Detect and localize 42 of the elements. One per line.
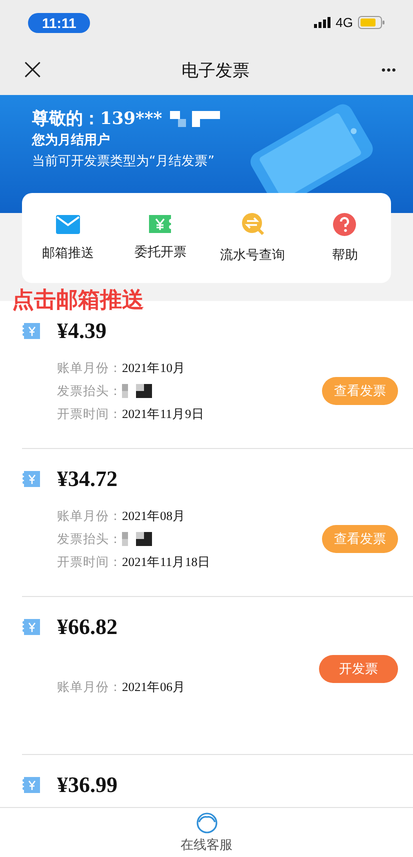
field-label: 发票抬头： [57, 530, 122, 548]
invoice-icon [22, 323, 40, 339]
invoice-icon [22, 471, 40, 487]
customer-service-tab[interactable]: 在线客服 [180, 808, 232, 857]
quick-action[interactable]: 帮助 [298, 193, 391, 283]
invoice-amount: ¥34.72 [57, 466, 118, 492]
field-label: 账单月份： [57, 360, 122, 376]
invoice-type-text: 当前可开发票类型为“月结发票” [32, 153, 216, 171]
network-label: 4G [336, 15, 353, 30]
field-label: 发票抬头： [57, 382, 122, 400]
more-button[interactable]: ••• [381, 63, 397, 77]
quick-action[interactable]: 邮箱推送 [22, 193, 114, 283]
redaction-mosaic [122, 532, 152, 546]
field-label: 开票时间： [57, 554, 122, 570]
signal-icon [314, 17, 331, 28]
invoice-amount: ¥66.82 [57, 614, 118, 640]
quick-action[interactable]: 委托开票 [114, 193, 206, 283]
field-label: 账单月份： [57, 508, 122, 524]
page-title: 电子发票 [181, 60, 250, 82]
exchange-search-icon [240, 212, 265, 236]
status-time: 11:11 [28, 12, 90, 32]
invoice-amount: ¥36.99 [57, 772, 118, 798]
field-value: 2021年06月 [122, 678, 186, 696]
help-icon [333, 212, 356, 236]
field-value: 2021年10月 [122, 360, 186, 376]
field-value: 2021年08月 [122, 508, 186, 524]
field-value: 2021年11月18日 [122, 554, 211, 570]
annotation-text: 点击邮箱推送 [12, 287, 144, 315]
field-label: 账单月份： [57, 678, 122, 696]
redaction-mosaic [122, 384, 152, 398]
quick-action[interactable]: 流水号查询 [206, 193, 299, 283]
battery-icon [358, 16, 385, 29]
invoice-icon [22, 777, 40, 793]
ticket-icon [149, 215, 172, 233]
close-button[interactable]: × [16, 55, 50, 85]
envelope-icon [56, 214, 80, 234]
field-value: 2021年11月9日 [122, 406, 204, 422]
user-type-text: 您为月结用户 [32, 132, 111, 150]
invoice-icon [22, 619, 40, 635]
field-label: 开票时间： [57, 406, 122, 422]
invoice-amount: ¥4.39 [57, 318, 106, 344]
greeting-text: 尊敬的：139*** [32, 108, 162, 131]
